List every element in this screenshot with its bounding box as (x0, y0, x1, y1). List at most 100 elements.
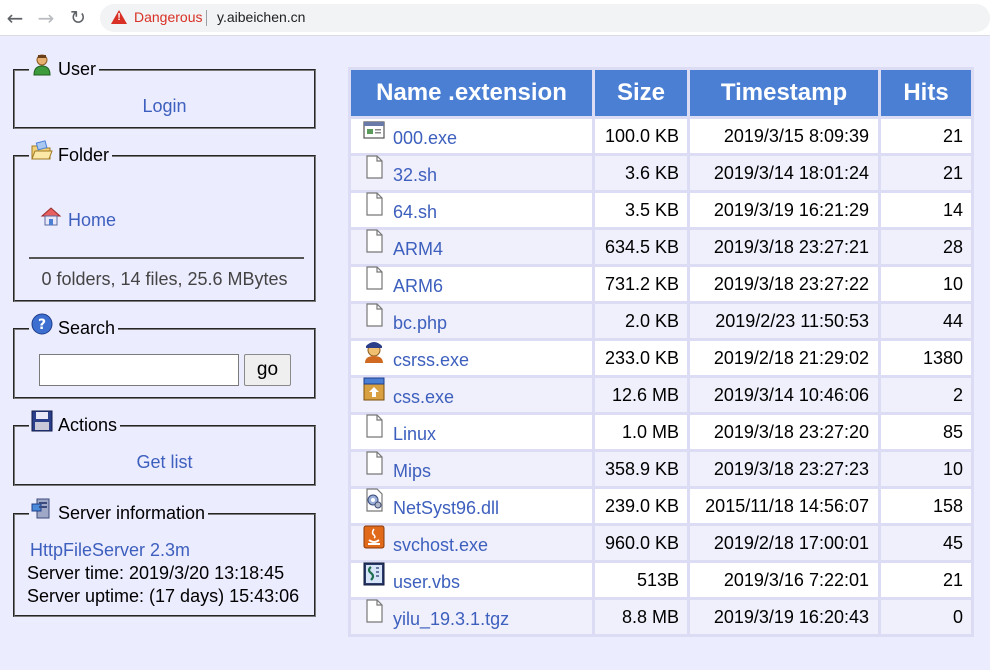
table-row: user.vbs 513B 2019/3/16 7:22:01 21 (351, 562, 971, 597)
file-hits-cell: 44 (881, 304, 971, 338)
home-link[interactable]: Home (68, 210, 116, 231)
file-timestamp-cell: 2019/3/18 23:27:22 (690, 267, 878, 301)
file-name-cell: NetSyst96.dll (351, 488, 592, 523)
file-link-wrap[interactable]: 32.sh (363, 155, 592, 186)
file-hits-cell: 21 (881, 563, 971, 597)
security-status[interactable]: Dangerous (134, 9, 203, 25)
file-timestamp-cell: 2019/2/23 11:50:53 (690, 304, 878, 338)
file-link-wrap[interactable]: Mips (363, 451, 592, 482)
size-column-header[interactable]: Size (595, 70, 687, 116)
search-input[interactable] (39, 354, 239, 386)
person-icon (363, 340, 385, 364)
file-name-link[interactable]: NetSyst96.dll (393, 498, 499, 519)
file-link-wrap[interactable]: NetSyst96.dll (363, 488, 592, 519)
file-link-wrap[interactable]: csrss.exe (363, 342, 592, 371)
file-hits-cell: 14 (881, 193, 971, 227)
file-icon (363, 451, 385, 475)
table-row: css.exe 12.6 MB 2019/3/14 10:46:06 2 (351, 377, 971, 412)
file-timestamp-cell: 2019/3/14 18:01:24 (690, 156, 878, 190)
file-name-link[interactable]: 64.sh (393, 202, 437, 223)
table-row: bc.php 2.0 KB 2019/2/23 11:50:53 44 (351, 303, 971, 338)
file-name-link[interactable]: Linux (393, 424, 436, 445)
file-link-wrap[interactable]: 000.exe (363, 121, 592, 149)
file-hits-cell: 10 (881, 267, 971, 301)
table-row: Linux 1.0 MB 2019/3/18 23:27:20 85 (351, 414, 971, 449)
file-hits-cell: 2 (881, 378, 971, 412)
file-link-wrap[interactable]: ARM4 (363, 229, 592, 260)
login-link[interactable]: Login (15, 96, 314, 117)
search-panel: ? Search go (13, 313, 316, 399)
table-row: Mips 358.9 KB 2019/3/18 23:27:23 10 (351, 451, 971, 486)
table-header-row: Name .extension Size Timestamp Hits (351, 70, 971, 116)
file-hits-cell: 0 (881, 600, 971, 634)
file-name-link[interactable]: ARM6 (393, 276, 443, 297)
file-name-cell: Mips (351, 451, 592, 486)
server-icon (31, 498, 50, 519)
file-name-link[interactable]: csrss.exe (393, 350, 469, 371)
svg-text:?: ? (38, 317, 46, 333)
actions-panel-legend: Actions (29, 410, 121, 437)
file-name-cell: bc.php (351, 303, 592, 338)
file-name-cell: 64.sh (351, 192, 592, 227)
file-link-wrap[interactable]: Linux (363, 414, 592, 445)
file-size-cell: 3.6 KB (595, 156, 687, 190)
file-size-cell: 513B (595, 563, 687, 597)
table-row: 64.sh 3.5 KB 2019/3/19 16:21:29 14 (351, 192, 971, 227)
home-link-row[interactable]: Home (40, 207, 116, 231)
script-icon (363, 562, 385, 586)
server-info-panel: Server information HttpFileServer 2.3m S… (13, 498, 316, 617)
file-timestamp-cell: 2019/3/16 7:22:01 (690, 563, 878, 597)
file-link-wrap[interactable]: ARM6 (363, 266, 592, 297)
file-link-wrap[interactable]: user.vbs (363, 562, 592, 593)
file-name-link[interactable]: svchost.exe (393, 535, 488, 556)
file-name-cell: csrss.exe (351, 341, 592, 375)
search-go-button[interactable]: go (244, 354, 291, 386)
hits-column-header[interactable]: Hits (881, 70, 971, 116)
search-panel-legend: ? Search (29, 313, 119, 340)
server-panel-title: Server information (58, 502, 206, 523)
table-row: 32.sh 3.6 KB 2019/3/14 18:01:24 21 (351, 155, 971, 190)
timestamp-column-header[interactable]: Timestamp (690, 70, 878, 116)
forward-arrow-icon[interactable]: → (34, 6, 58, 30)
url-text[interactable]: y.aibeichen.cn (217, 9, 305, 25)
file-timestamp-cell: 2019/3/18 23:27:23 (690, 452, 878, 486)
file-name-link[interactable]: 000.exe (393, 128, 457, 149)
file-link-wrap[interactable]: bc.php (363, 303, 592, 334)
file-hits-cell: 45 (881, 526, 971, 560)
file-name-cell: css.exe (351, 377, 592, 412)
table-row: 000.exe 100.0 KB 2019/3/15 8:09:39 21 (351, 119, 971, 153)
file-hits-cell: 21 (881, 156, 971, 190)
table-row: yilu_19.3.1.tgz 8.8 MB 2019/3/19 16:20:43 0 (351, 599, 971, 634)
get-list-link[interactable]: Get list (15, 452, 314, 473)
file-name-link[interactable]: Mips (393, 461, 431, 482)
file-size-cell: 2.0 KB (595, 304, 687, 338)
file-link-wrap[interactable]: yilu_19.3.1.tgz (363, 599, 592, 630)
file-name-cell: Linux (351, 414, 592, 449)
back-arrow-icon[interactable]: ← (3, 6, 27, 30)
file-timestamp-cell: 2019/3/18 23:27:20 (690, 415, 878, 449)
file-name-link[interactable]: yilu_19.3.1.tgz (393, 609, 509, 630)
file-link-wrap[interactable]: 64.sh (363, 192, 592, 223)
folder-stats: 0 folders, 14 files, 25.6 MBytes (41, 269, 288, 289)
file-name-link[interactable]: css.exe (393, 387, 454, 408)
file-hits-cell: 21 (881, 119, 971, 153)
file-hits-cell: 85 (881, 415, 971, 449)
file-hits-cell: 158 (881, 489, 971, 523)
file-name-link[interactable]: 32.sh (393, 165, 437, 186)
address-bar[interactable]: ! Dangerous y.aibeichen.cn (100, 4, 990, 32)
folder-panel-legend: Folder (29, 140, 113, 167)
file-name-link[interactable]: ARM4 (393, 239, 443, 260)
file-link-wrap[interactable]: svchost.exe (363, 525, 592, 556)
file-icon (363, 266, 385, 290)
file-size-cell: 233.0 KB (595, 341, 687, 375)
file-name-link[interactable]: user.vbs (393, 572, 460, 593)
file-size-cell: 12.6 MB (595, 378, 687, 412)
file-link-wrap[interactable]: css.exe (363, 377, 592, 408)
file-size-cell: 100.0 KB (595, 119, 687, 153)
hfs-version-link[interactable]: HttpFileServer 2.3m (30, 540, 190, 561)
file-size-cell: 1.0 MB (595, 415, 687, 449)
file-icon (363, 599, 385, 623)
file-name-link[interactable]: bc.php (393, 313, 447, 334)
name-column-header[interactable]: Name .extension (351, 70, 592, 116)
reload-icon[interactable]: ↻ (66, 6, 90, 30)
